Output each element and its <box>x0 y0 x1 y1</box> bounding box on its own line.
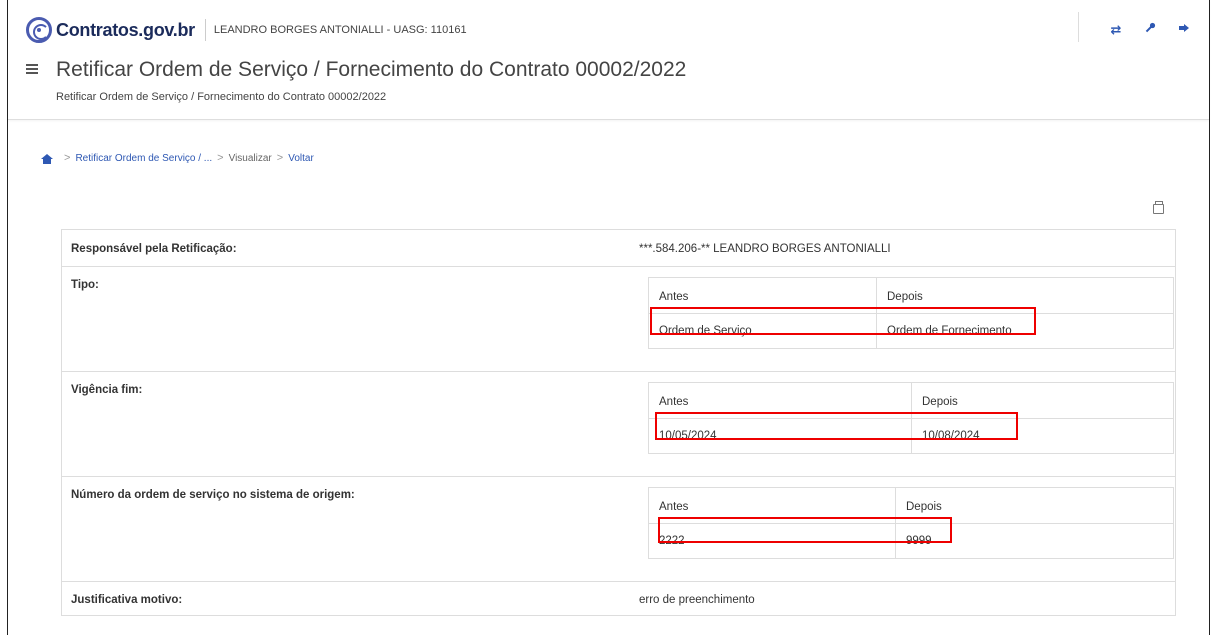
row-label: Responsável pela Retificação: <box>71 243 237 255</box>
row-responsavel: Responsável pela Retificação: ***.584.20… <box>62 230 1175 267</box>
page-subtitle: Retificar Ordem de Serviço / Forneciment… <box>56 91 387 103</box>
numero-compare-table: Antes Depois 2222 9999 <box>648 487 1174 559</box>
row-tipo: Tipo: Antes Depois Ordem de Serviço Orde… <box>62 267 1175 372</box>
home-icon[interactable] <box>41 153 53 164</box>
page-title: Retificar Ordem de Serviço / Forneciment… <box>56 58 687 81</box>
hamburger-menu-icon[interactable] <box>26 64 38 74</box>
breadcrumb-voltar[interactable]: Voltar <box>288 153 314 164</box>
value-depois: Ordem de Fornecimento <box>887 325 1012 337</box>
column-header-depois: Depois <box>906 501 942 513</box>
logout-icon[interactable] <box>1173 21 1195 39</box>
column-header-depois: Depois <box>887 291 923 303</box>
row-vigencia: Vigência fim: Antes Depois 10/05/2024 10… <box>62 372 1175 477</box>
value-antes: Ordem de Serviço <box>659 325 752 337</box>
top-actions-divider <box>1078 12 1079 42</box>
value-depois: 10/08/2024 <box>922 430 980 442</box>
swap-icon[interactable]: ⇄ <box>1105 21 1127 39</box>
column-header-antes: Antes <box>659 291 689 303</box>
app-window: Contratos.gov.br LEANDRO BORGES ANTONIAL… <box>7 0 1210 635</box>
row-value: erro de preenchimento <box>639 594 755 606</box>
key-icon[interactable] <box>1139 21 1161 39</box>
row-label: Justificativa motivo: <box>71 594 183 606</box>
row-numero: Número da ordem de serviço no sistema de… <box>62 477 1175 582</box>
row-divider <box>649 523 1173 524</box>
chevron-right-icon: > <box>64 152 71 164</box>
column-header-antes: Antes <box>659 501 689 513</box>
row-label: Tipo: <box>71 279 99 291</box>
logo[interactable]: Contratos.gov.br LEANDRO BORGES ANTONIAL… <box>26 17 467 43</box>
chevron-right-icon: > <box>217 152 224 164</box>
value-antes: 10/05/2024 <box>659 430 717 442</box>
top-actions: ⇄ <box>1078 12 1195 42</box>
breadcrumb: > Retificar Ordem de Serviço / ... > Vis… <box>41 152 314 164</box>
details-table: Responsável pela Retificação: ***.584.20… <box>61 229 1176 616</box>
row-label: Vigência fim: <box>71 384 143 396</box>
value-depois: 9999 <box>906 535 932 547</box>
value-antes: 2222 <box>659 535 685 547</box>
tipo-compare-table: Antes Depois Ordem de Serviço Ordem de F… <box>648 277 1174 349</box>
row-label: Número da ordem de serviço no sistema de… <box>71 489 355 501</box>
column-header-depois: Depois <box>922 396 958 408</box>
column-header-antes: Antes <box>659 396 689 408</box>
header-bar: Contratos.gov.br LEANDRO BORGES ANTONIAL… <box>8 0 1209 120</box>
breadcrumb-retificar[interactable]: Retificar Ordem de Serviço / ... <box>75 153 212 164</box>
row-divider <box>649 418 1173 419</box>
user-info: LEANDRO BORGES ANTONIALLI - UASG: 110161 <box>213 24 467 36</box>
logo-divider <box>204 19 206 41</box>
print-icon[interactable] <box>1153 201 1164 214</box>
row-divider <box>649 313 1173 314</box>
row-value: ***.584.206-** LEANDRO BORGES ANTONIALLI <box>639 243 891 255</box>
chevron-right-icon: > <box>276 152 284 164</box>
logo-icon <box>26 17 52 43</box>
row-justificativa: Justificativa motivo: erro de preenchime… <box>62 582 1175 617</box>
vigencia-compare-table: Antes Depois 10/05/2024 10/08/2024 <box>648 382 1174 454</box>
breadcrumb-visualizar: Visualizar <box>228 152 272 164</box>
app-name: Contratos.gov.br <box>56 19 195 40</box>
